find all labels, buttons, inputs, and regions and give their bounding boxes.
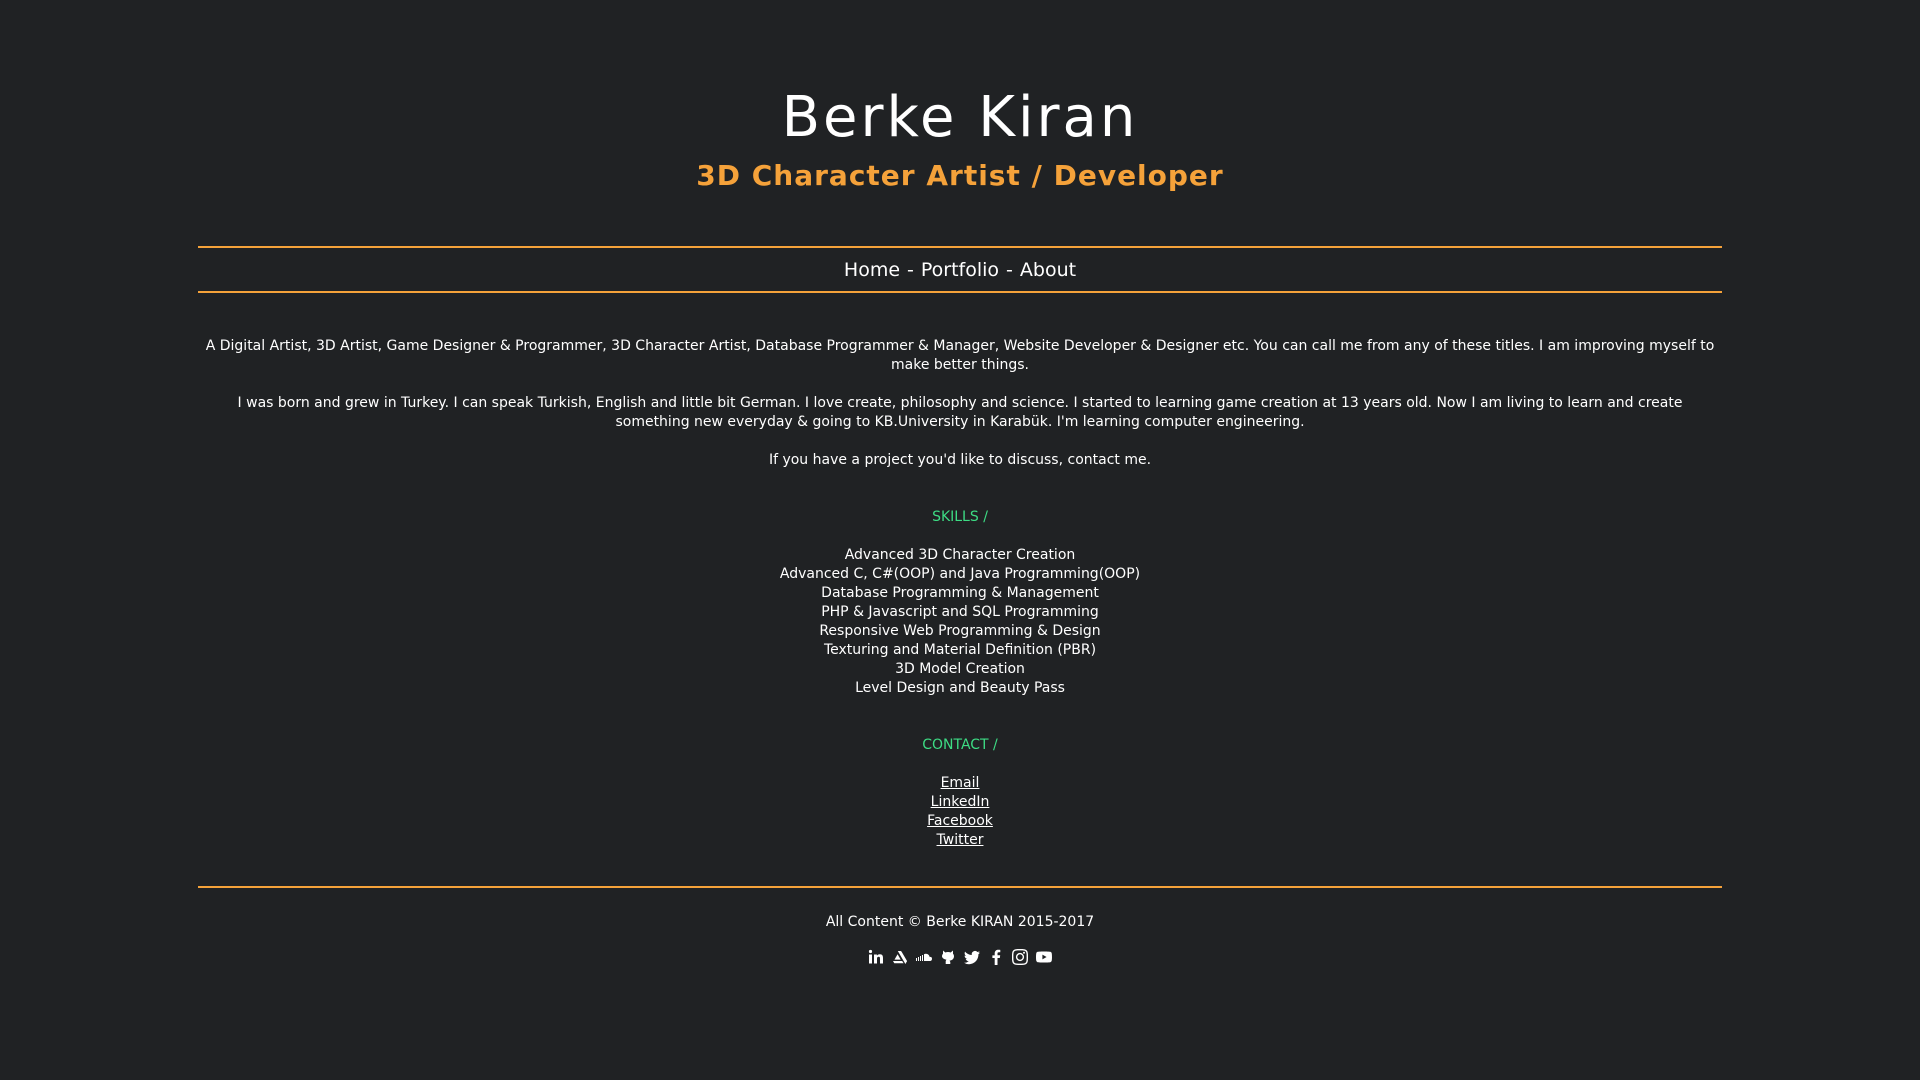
soundcloud-icon[interactable] [915, 948, 933, 966]
skill-item: PHP & Javascript and SQL Programming [821, 604, 1099, 620]
skill-item: Advanced 3D Character Creation [844, 547, 1076, 563]
youtube-icon[interactable] [1035, 948, 1053, 966]
skills-list: Advanced 3D Character Creation Advanced … [198, 546, 1722, 698]
main-container: Home - Portfolio - About A Digital Artis… [198, 246, 1722, 966]
contact-item: Twitter [198, 831, 1722, 850]
copyright-text: All Content © Berke KIRAN 2015-2017 [825, 914, 1095, 930]
facebook-icon[interactable] [987, 948, 1005, 966]
page: Berke Kiran 3D Character Artist / Develo… [0, 0, 1920, 1080]
site-footer: All Content © Berke KIRAN 2015-2017 [198, 886, 1722, 966]
main-nav: Home - Portfolio - About [198, 246, 1722, 293]
contact-heading: CONTACT / [922, 737, 998, 753]
about-paragraph: I was born and grew in Turkey. I can spe… [237, 395, 1683, 430]
nav-portfolio-link[interactable]: Portfolio [921, 259, 999, 281]
contact-item: Email [198, 774, 1722, 793]
skills-heading: SKILLS / [932, 509, 988, 525]
skill-item: Responsive Web Programming & Design [819, 623, 1101, 639]
site-title: Berke Kiran [781, 85, 1139, 150]
contact-list: Email LinkedIn Facebook Twitter [198, 774, 1722, 850]
artstation-icon[interactable] [891, 948, 909, 966]
social-icons [198, 948, 1722, 966]
about-content: A Digital Artist, 3D Artist, Game Design… [198, 293, 1722, 850]
instagram-icon[interactable] [1011, 948, 1029, 966]
skill-item: Database Programming & Management [821, 585, 1099, 601]
site-header: Berke Kiran 3D Character Artist / Develo… [0, 0, 1920, 194]
skill-item: Texturing and Material Definition (PBR) [823, 642, 1097, 658]
linkedin-icon[interactable] [867, 948, 885, 966]
nav-separator: - [1006, 258, 1013, 281]
contact-item: Facebook [198, 812, 1722, 831]
facebook-link[interactable]: Facebook [927, 813, 993, 829]
about-paragraph: If you have a project you'd like to disc… [768, 452, 1152, 468]
skill-item: Level Design and Beauty Pass [855, 680, 1065, 696]
site-subtitle: 3D Character Artist / Developer [696, 159, 1224, 192]
contact-item: LinkedIn [198, 793, 1722, 812]
nav-about-link[interactable]: About [1020, 259, 1076, 281]
nav-home-link[interactable]: Home [844, 259, 900, 281]
about-paragraph: A Digital Artist, 3D Artist, Game Design… [205, 338, 1715, 373]
nav-separator: - [907, 258, 914, 281]
linkedin-link[interactable]: LinkedIn [931, 794, 990, 810]
skill-item: 3D Model Creation [895, 661, 1025, 677]
twitter-icon[interactable] [963, 948, 981, 966]
github-icon[interactable] [939, 948, 957, 966]
email-link[interactable]: Email [941, 775, 980, 791]
skill-item: Advanced C, C#(OOP) and Java Programming… [779, 566, 1141, 582]
twitter-link[interactable]: Twitter [937, 832, 984, 848]
